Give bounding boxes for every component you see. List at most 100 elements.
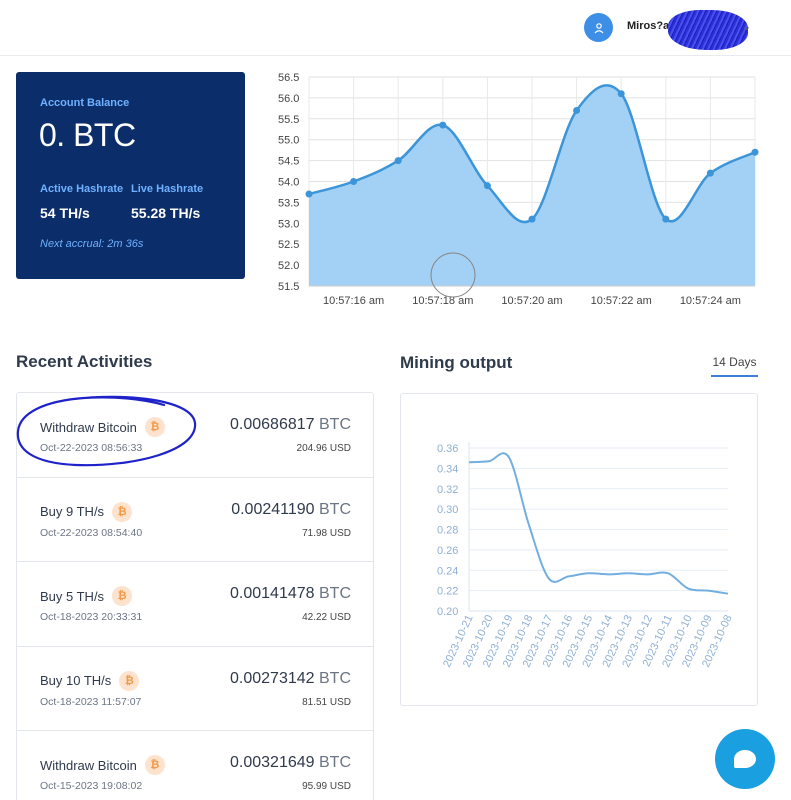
- live-hashrate-chart: 51.5 52.0 52.5 53.0 53.5 54.0 54.5 55.0 55.5 56.0…: [270, 64, 791, 314]
- activity-title-wrap: Buy 9 TH/s ₿: [40, 501, 133, 522]
- tab-14-days[interactable]: 14 Days: [711, 355, 758, 377]
- y-tick-label: 56.5: [278, 72, 299, 84]
- data-point: [528, 215, 536, 223]
- mining-output-heading: Mining output: [400, 353, 513, 372]
- recent-activities-heading: Recent Activities: [16, 352, 153, 371]
- amount-currency: BTC: [319, 585, 351, 602]
- y-tick-label: 0.28: [437, 525, 458, 537]
- x-tick-label: 10:57:24 am: [680, 295, 741, 307]
- data-point: [751, 148, 759, 156]
- activity-title-wrap: Withdraw Bitcoin ₿: [40, 417, 165, 437]
- data-point: [483, 182, 491, 190]
- y-tick-label: 55.5: [278, 114, 299, 126]
- y-tick-label: 55.0: [278, 135, 299, 147]
- chat-icon: [734, 750, 756, 768]
- y-tick-label: 0.24: [437, 565, 458, 577]
- activity-row[interactable]: Buy 5 TH/s ₿ Oct-18-2023 20:33:31 0.0014…: [17, 562, 373, 647]
- bitcoin-icon: ₿: [112, 501, 133, 522]
- y-tick-label: 0.32: [437, 484, 458, 496]
- activity-title: Buy 9 TH/s: [40, 504, 105, 519]
- amount-currency: BTC: [319, 754, 351, 771]
- activity-row[interactable]: Buy 9 TH/s ₿ Oct-22-2023 08:54:40 0.0024…: [17, 478, 373, 562]
- activity-amount: 0.00273142 BTC: [230, 670, 351, 688]
- y-tick-label: 0.26: [437, 545, 458, 557]
- data-point: [305, 190, 313, 198]
- bitcoin-icon: ₿: [144, 755, 165, 775]
- y-tick-label: 51.5: [278, 281, 299, 293]
- activity-title-wrap: Withdraw Bitcoin ₿: [40, 755, 165, 775]
- activity-amount: 0.00321649 BTC: [230, 754, 351, 772]
- data-point: [706, 169, 714, 177]
- activity-title-wrap: Buy 10 TH/s ₿: [40, 670, 140, 691]
- active-hashrate-label: Active Hashrate: [40, 183, 124, 195]
- activity-usd: 42.22 USD: [302, 612, 351, 623]
- activity-usd: 95.99 USD: [302, 781, 351, 792]
- amount-value: 0.00686817: [230, 416, 315, 433]
- activity-date: Oct-22-2023 08:54:40: [40, 526, 143, 539]
- y-tick-label: 56.0: [278, 93, 299, 105]
- user-icon: [594, 22, 603, 33]
- y-tick-label: 0.36: [437, 443, 458, 455]
- bitcoin-icon: ₿: [112, 586, 133, 606]
- activity-title: Buy 10 TH/s: [40, 673, 112, 688]
- activities-list: Withdraw Bitcoin ₿ Oct-22-2023 08:56:33 …: [16, 392, 374, 800]
- redaction-scribble: [668, 10, 748, 50]
- activity-amount: 0.00241190 BTC: [231, 501, 351, 519]
- data-point: [394, 157, 402, 165]
- next-accrual: Next accrual: 2m 36s: [40, 238, 144, 250]
- activity-date: Oct-15-2023 19:08:02: [40, 780, 143, 792]
- y-tick-label: 52.0: [278, 260, 299, 272]
- mining-output-card: 0.20 0.22 0.24 0.26 0.28 0.30 0.32 0.34 0.36 2023…: [400, 393, 758, 706]
- bitcoin-icon: ₿: [119, 670, 140, 691]
- y-tick-label: 52.5: [278, 239, 299, 251]
- data-point: [573, 106, 581, 114]
- y-tick-label: 0.34: [437, 463, 458, 475]
- amount-value: 0.00241190: [231, 500, 315, 518]
- activity-usd: 71.98 USD: [302, 527, 351, 539]
- activity-title: Buy 5 TH/s: [40, 588, 105, 604]
- y-tick-label: 0.20: [437, 606, 458, 618]
- y-tick-label: 0.30: [437, 504, 458, 516]
- activity-row[interactable]: Buy 10 TH/s ₿ Oct-18-2023 11:57:07 0.002…: [17, 647, 373, 731]
- user-avatar[interactable]: [584, 13, 613, 42]
- chevron-down-icon[interactable]: ⌄: [742, 20, 751, 33]
- y-tick-label: 53.5: [278, 197, 299, 209]
- chat-button[interactable]: [715, 729, 775, 789]
- data-point: [350, 178, 358, 185]
- top-bar: Miros?a ⌄: [0, 0, 791, 56]
- amount-currency: BTC: [319, 416, 351, 433]
- series-line: [468, 452, 729, 595]
- x-tick-label: 10:57:22 am: [591, 295, 652, 307]
- activity-usd: 81.51 USD: [302, 696, 351, 708]
- live-hashrate-value: 55.28 TH/s: [131, 205, 201, 221]
- account-balance-card: Account Balance 0. BTC Active Hashrate L…: [16, 72, 245, 279]
- activity-row[interactable]: Withdraw Bitcoin ₿ Oct-15-2023 19:08:02 …: [17, 731, 373, 800]
- activity-amount: 0.00141478 BTC: [230, 585, 351, 603]
- balance-label: Account Balance: [40, 97, 130, 109]
- bitcoin-icon: ₿: [144, 417, 165, 437]
- activity-amount: 0.00686817 BTC: [230, 416, 351, 434]
- active-hashrate-value: 54 TH/s: [40, 205, 90, 221]
- amount-value: 0.00321649: [230, 754, 315, 771]
- amount-value: 0.00141478: [230, 585, 315, 602]
- amount-currency: BTC: [319, 669, 351, 687]
- data-point: [439, 121, 447, 129]
- mining-output-chart: 0.200.220.240.260.280.300.320.340.362023…: [437, 442, 735, 669]
- activity-title: Withdraw Bitcoin: [40, 419, 137, 435]
- amount-value: 0.00273142: [230, 669, 315, 687]
- activity-usd: 204.96 USD: [296, 443, 351, 454]
- activity-title-wrap: Buy 5 TH/s ₿: [40, 586, 133, 606]
- username[interactable]: Miros?a: [627, 20, 669, 32]
- activity-date: Oct-18-2023 11:57:07: [40, 695, 142, 708]
- x-tick-label: 10:57:16 am: [323, 295, 384, 307]
- data-point: [617, 90, 625, 98]
- live-hashrate-label: Live Hashrate: [131, 183, 204, 195]
- balance-amount: 0. BTC: [39, 117, 136, 153]
- activity-row[interactable]: Withdraw Bitcoin ₿ Oct-22-2023 08:56:33 …: [17, 393, 373, 478]
- live-chart-svg: 51.5 52.0 52.5 53.0 53.5 54.0 54.5 55.0 55.5 56.0…: [278, 72, 759, 307]
- activity-date: Oct-22-2023 08:56:33: [40, 442, 143, 454]
- y-tick-label: 54.5: [278, 156, 299, 168]
- data-point: [662, 215, 670, 223]
- amount-currency: BTC: [319, 500, 351, 518]
- x-tick-label: 10:57:18 am: [412, 295, 473, 307]
